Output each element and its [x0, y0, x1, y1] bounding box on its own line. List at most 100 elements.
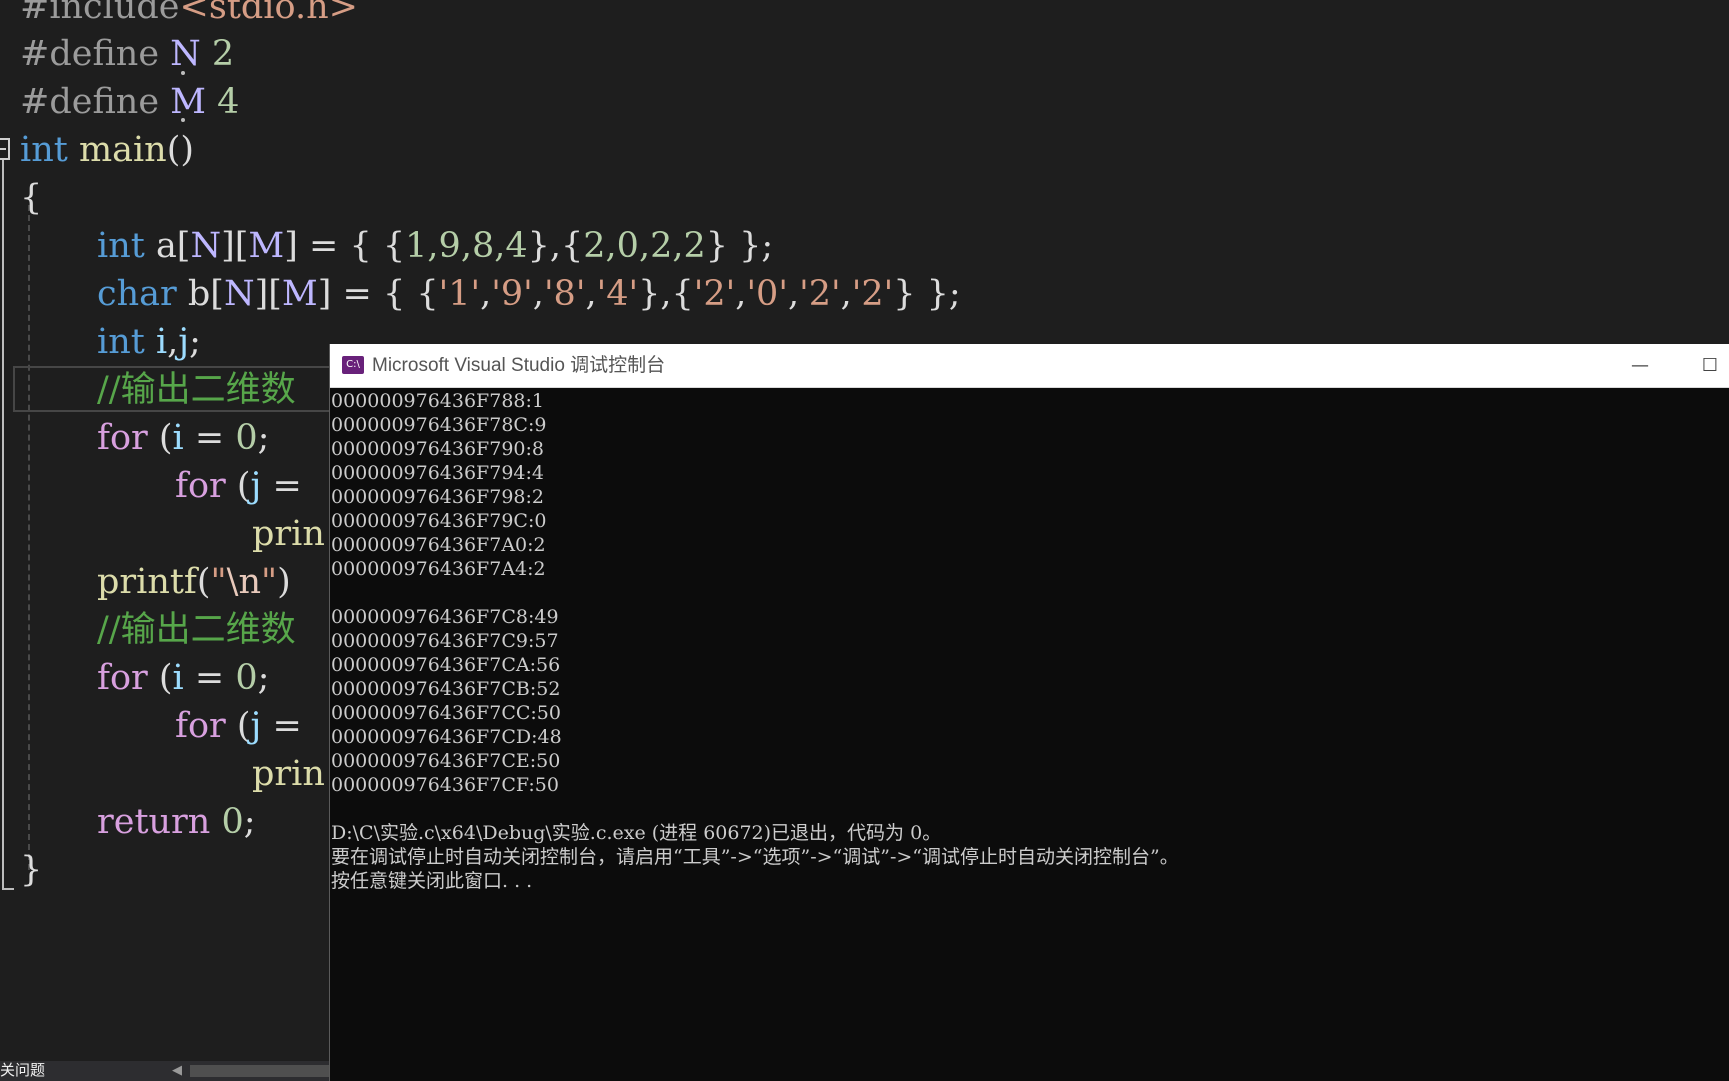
code-line[interactable]: int a[N][M] = { {1,9,8,4},{2,0,2,2} }; — [97, 222, 773, 270]
code-token: 0 — [235, 658, 258, 698]
code-token: ][ — [221, 226, 249, 266]
code-token: ; — [243, 802, 256, 842]
code-line[interactable]: int main() — [20, 126, 194, 174]
code-line[interactable]: for (j = — [175, 702, 302, 750]
code-token: " — [261, 562, 278, 602]
code-line[interactable]: #define M 4 — [20, 78, 239, 126]
code-line[interactable]: //输出二维数 — [97, 606, 296, 654]
code-token: ( — [225, 466, 251, 506]
horizontal-scrollbar-thumb[interactable] — [190, 1065, 330, 1077]
code-token: for — [97, 658, 148, 698]
code-token: N — [223, 274, 255, 314]
debug-console-window[interactable]: C:\ Microsoft Visual Studio 调试控制台 — ☐ 00… — [329, 344, 1729, 1081]
code-token: int — [97, 226, 145, 266]
code-token: b[ — [176, 274, 224, 314]
code-token: ( — [196, 562, 211, 602]
code-token: '2' — [693, 274, 736, 314]
code-line[interactable]: char b[N][M] = { {'1','9','8','4'},{'2',… — [97, 270, 961, 318]
console-app-icon: C:\ — [342, 356, 364, 374]
code-token: { — [20, 178, 43, 218]
code-token: i — [172, 658, 184, 698]
code-token: main — [67, 130, 167, 170]
code-token: a[ — [144, 226, 191, 266]
code-token: ; — [189, 322, 201, 362]
indent-guide — [28, 205, 30, 870]
code-line[interactable]: int i,j; — [97, 318, 201, 366]
code-line[interactable]: prin — [252, 510, 325, 558]
code-token: , — [840, 274, 852, 314]
code-token: () — [166, 130, 195, 170]
console-title-bar[interactable]: C:\ Microsoft Visual Studio 调试控制台 — ☐ — [330, 344, 1729, 388]
code-line[interactable]: return 0; — [97, 798, 256, 846]
code-token: = — [261, 466, 302, 506]
code-token: //输出二维数 — [97, 370, 296, 410]
code-token: M — [281, 274, 318, 314]
code-token: for — [97, 418, 148, 458]
code-token: j — [250, 706, 262, 746]
code-token: } }; — [893, 274, 961, 314]
code-token: '2' — [851, 274, 894, 314]
console-output-text: 000000976436F788:1 000000976436F78C:9 00… — [331, 390, 1179, 892]
code-token: j — [178, 322, 190, 362]
code-token: <stdio.h> — [179, 0, 358, 27]
code-token: ; — [257, 418, 270, 458]
code-line[interactable]: #define N 2 — [20, 30, 234, 78]
code-token: 1,9,8,4 — [405, 226, 528, 266]
code-line[interactable]: for (j = — [175, 462, 302, 510]
code-token: , — [167, 322, 179, 362]
code-line[interactable]: for (i = 0; — [97, 654, 269, 702]
code-token: M — [170, 82, 207, 122]
code-line[interactable]: printf("\n") — [97, 558, 291, 606]
code-token: j — [250, 466, 262, 506]
code-token: , — [735, 274, 747, 314]
code-token: '2' — [799, 274, 841, 314]
fold-range-end — [2, 888, 14, 890]
code-token: N — [190, 226, 222, 266]
code-token: \n — [226, 562, 261, 602]
code-token: 2,0,2,2 — [583, 226, 706, 266]
code-token: ( — [147, 658, 173, 698]
code-token: M — [248, 226, 285, 266]
code-token: 4 — [206, 82, 240, 122]
code-token: ; — [257, 658, 270, 698]
code-token: return — [97, 802, 211, 842]
code-token: prin — [252, 514, 325, 554]
code-token: #define — [20, 82, 171, 122]
code-token: #include — [20, 0, 180, 27]
code-token: '8' — [543, 274, 586, 314]
code-line[interactable]: //输出二维数 — [97, 366, 296, 414]
code-token: //输出二维数 — [97, 610, 296, 650]
error-list-tab[interactable]: 关问题 — [0, 1061, 45, 1081]
code-token: = — [183, 658, 236, 698]
code-token: 2 — [200, 34, 235, 74]
code-line[interactable]: #include<stdio.h> — [20, 0, 358, 31]
console-title: Microsoft Visual Studio 调试控制台 — [372, 355, 666, 376]
code-token: , — [532, 274, 544, 314]
code-line[interactable]: } — [20, 846, 42, 894]
minimize-button[interactable]: — — [1605, 344, 1675, 387]
code-token: int — [20, 130, 68, 170]
maximize-button[interactable]: ☐ — [1675, 344, 1729, 387]
scroll-left-arrow-icon[interactable]: ◀ — [172, 1063, 182, 1079]
code-token: i — [144, 322, 168, 362]
code-line[interactable]: for (i = 0; — [97, 414, 269, 462]
code-token: int — [97, 322, 145, 362]
code-token: char — [97, 274, 177, 314]
code-token: '4' — [596, 274, 639, 314]
code-token: , — [480, 274, 492, 314]
code-token: } }; — [705, 226, 774, 266]
collapse-icon[interactable] — [0, 138, 10, 160]
code-token: ] = { { — [317, 274, 439, 314]
code-token: for — [175, 706, 226, 746]
code-line[interactable]: prin — [252, 750, 325, 798]
fold-range-line — [2, 160, 4, 890]
code-token: , — [787, 274, 800, 314]
code-token: prin — [252, 754, 325, 794]
code-token: ][ — [254, 274, 282, 314]
code-token: , — [585, 274, 597, 314]
code-token: },{ — [527, 226, 584, 266]
code-line[interactable]: { — [20, 174, 42, 222]
code-token: = — [183, 418, 236, 458]
code-token: #define — [20, 34, 171, 74]
code-token: '1' — [438, 274, 481, 314]
